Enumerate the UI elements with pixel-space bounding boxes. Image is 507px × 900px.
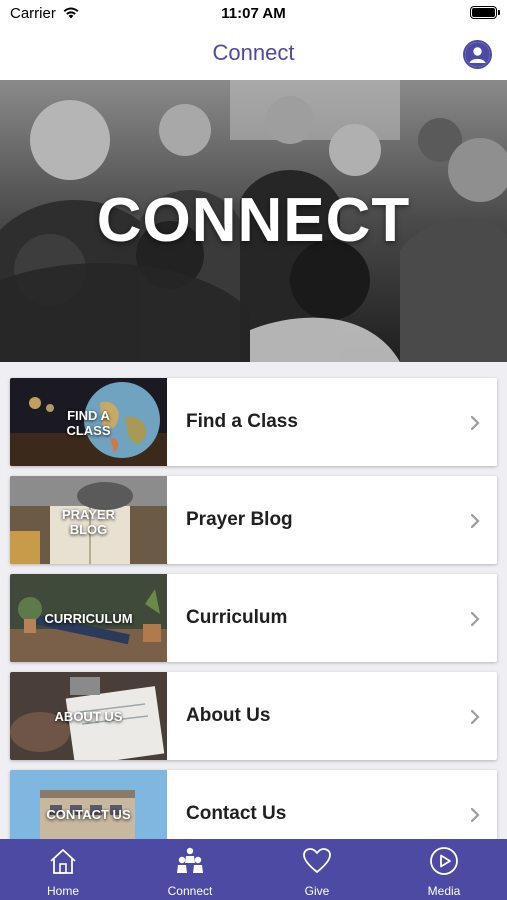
curriculum-label: Curriculum <box>186 607 288 628</box>
home-icon <box>50 849 76 874</box>
tab-home-label: Home <box>46 884 79 898</box>
find-a-class-thumb-text: FIND A CLASS <box>66 408 111 438</box>
navigation-bar: Connect <box>0 28 507 80</box>
list-item-find-a-class[interactable]: FIND A CLASS Find a Class <box>10 378 497 466</box>
tab-connect[interactable]: Connect <box>127 839 253 900</box>
list-item-about-us[interactable]: ABOUT US About Us <box>10 672 497 760</box>
list-item-prayer-blog[interactable]: PRAYER BLOG Prayer Blog <box>10 476 497 564</box>
prayer-blog-thumbnail: PRAYER BLOG <box>10 476 167 564</box>
contact-us-label: Contact Us <box>186 803 287 824</box>
prayer-blog-label: Prayer Blog <box>186 509 293 530</box>
heart-icon <box>303 848 331 873</box>
chevron-right-icon <box>470 709 480 725</box>
chevron-right-icon <box>470 513 480 529</box>
prayer-blog-thumb-text: PRAYER BLOG <box>62 507 115 537</box>
tab-bar: Home Connect Give Media <box>0 839 507 900</box>
about-us-thumbnail: ABOUT US <box>10 672 167 760</box>
battery-icon <box>470 6 500 19</box>
status-time: 11:07 AM <box>221 5 286 22</box>
curriculum-thumbnail: CURRICULUM <box>10 574 167 662</box>
people-icon <box>177 847 203 873</box>
curriculum-thumb-text: CURRICULUM <box>44 611 133 626</box>
tab-home[interactable]: Home <box>0 839 126 900</box>
profile-button[interactable] <box>463 40 492 69</box>
hero-title: CONNECT <box>96 186 411 255</box>
about-us-thumb-text: ABOUT US <box>54 709 123 724</box>
hero-banner: CONNECT <box>0 80 507 362</box>
tab-connect-label: Connect <box>167 884 213 898</box>
find-a-class-label: Find a Class <box>186 411 298 432</box>
contact-us-thumb-text: CONTACT US <box>46 807 131 822</box>
tab-give-label: Give <box>304 884 330 898</box>
tab-media-label: Media <box>427 884 461 898</box>
chevron-right-icon <box>470 807 480 823</box>
page-title: Connect <box>212 40 295 65</box>
tab-media[interactable]: Media <box>381 839 507 900</box>
status-bar: Carrier 11:07 AM <box>0 0 507 28</box>
chevron-right-icon <box>470 415 480 431</box>
list-item-curriculum[interactable]: CURRICULUM Curriculum <box>10 574 497 662</box>
play-icon <box>430 847 458 875</box>
user-icon <box>465 42 490 67</box>
find-a-class-thumbnail: FIND A CLASS <box>10 378 167 466</box>
chevron-right-icon <box>470 611 480 627</box>
about-us-label: About Us <box>186 705 271 726</box>
tab-give[interactable]: Give <box>254 839 380 900</box>
